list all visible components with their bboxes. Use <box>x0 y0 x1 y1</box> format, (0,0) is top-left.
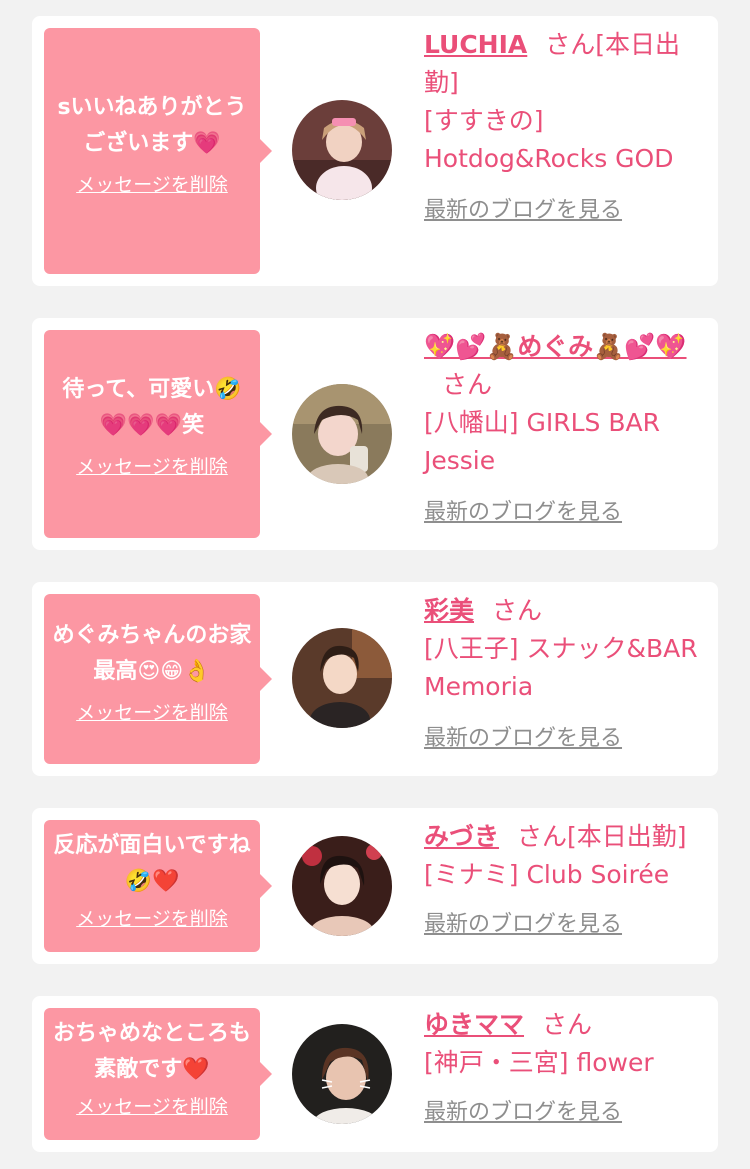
honorific: さん <box>442 370 493 399</box>
honorific: さん <box>542 1010 593 1039</box>
avatar[interactable] <box>292 628 392 728</box>
message-bubble: sいいねありがとうございます💗 メッセージを削除 <box>44 28 272 274</box>
message-card: 待って、可愛い🤣💗💗💗笑 メッセージを削除 💖💕🧸めぐみ🧸💕💖 さん [八幡山] … <box>32 318 718 550</box>
avatar[interactable] <box>292 1024 392 1124</box>
honorific: さん <box>517 822 568 851</box>
cast-info: LUCHIA さん[本日出勤] [すすきの] Hotdog&Rocks GOD 最… <box>424 26 702 230</box>
cast-name-link[interactable]: みづき <box>424 822 499 851</box>
delete-message-link[interactable]: メッセージを削除 <box>76 698 228 725</box>
delete-message-link[interactable]: メッセージを削除 <box>76 170 228 197</box>
delete-message-link[interactable]: メッセージを削除 <box>76 1092 228 1119</box>
avatar[interactable] <box>292 836 392 936</box>
shop-name: [すすきの] Hotdog&Rocks GOD <box>424 106 674 173</box>
cast-info: 💖💕🧸めぐみ🧸💕💖 さん [八幡山] GIRLS BAR Jessie 最新のブロ… <box>424 328 702 532</box>
avatar[interactable] <box>292 100 392 200</box>
shop-name: [八幡山] GIRLS BAR Jessie <box>424 408 660 475</box>
message-bubble: おちゃめなところも素敵です❤️ メッセージを削除 <box>44 1008 272 1140</box>
latest-blog-link[interactable]: 最新のブログを見る <box>424 192 622 230</box>
latest-blog-link[interactable]: 最新のブログを見る <box>424 1094 622 1132</box>
message-text: 反応が面白いですね🤣❤️ <box>53 833 251 894</box>
cast-name-link[interactable]: 彩美 <box>424 596 474 625</box>
cast-info: みづき さん[本日出勤] [ミナミ] Club Soirée 最新のブログを見る <box>424 818 714 944</box>
delete-message-link[interactable]: メッセージを削除 <box>76 452 228 479</box>
cast-name-link[interactable]: LUCHIA <box>424 30 527 59</box>
cast-info: 彩美 さん [八王子] スナック&BAR Memoria 最新のブログを見る <box>424 592 702 758</box>
latest-blog-link[interactable]: 最新のブログを見る <box>424 494 622 532</box>
message-text: めぐみちゃんのお家 最高😍😁👌 <box>52 623 274 684</box>
honorific: さん <box>545 30 596 59</box>
latest-blog-link[interactable]: 最新のブログを見る <box>424 720 622 758</box>
message-bubble: 待って、可愛い🤣💗💗💗笑 メッセージを削除 <box>44 330 272 538</box>
honorific: さん <box>492 596 543 625</box>
avatar[interactable] <box>292 384 392 484</box>
shop-name: [八王子] スナック&BAR Memoria <box>424 634 698 701</box>
delete-message-link[interactable]: メッセージを削除 <box>76 904 228 931</box>
message-card: めぐみちゃんのお家 最高😍😁👌 メッセージを削除 彩美 さん [八王子] スナック… <box>32 582 718 776</box>
message-bubble: めぐみちゃんのお家 最高😍😁👌 メッセージを削除 <box>44 594 274 764</box>
message-text: sいいねありがとうございます💗 <box>57 95 247 156</box>
message-list: sいいねありがとうございます💗 メッセージを削除 LUCHIA さん[本日出勤] … <box>0 0 750 1169</box>
message-bubble: 反応が面白いですね🤣❤️ メッセージを削除 <box>44 820 272 952</box>
cast-name-link[interactable]: ゆきママ <box>424 1010 524 1039</box>
message-text: 待って、可愛い🤣💗💗💗笑 <box>62 377 242 438</box>
message-card: sいいねありがとうございます💗 メッセージを削除 LUCHIA さん[本日出勤] … <box>32 16 718 286</box>
cast-info: ゆきママ さん [神戸・三宮] flower 最新のブログを見る <box>424 1006 702 1132</box>
cast-name-link[interactable]: 💖💕🧸めぐみ🧸💕💖 <box>424 332 687 361</box>
message-text: おちゃめなところも素敵です❤️ <box>52 1021 251 1082</box>
shop-name: [神戸・三宮] flower <box>424 1048 654 1077</box>
message-card: おちゃめなところも素敵です❤️ メッセージを削除 ゆきママ さん [神戸・三宮] … <box>32 996 718 1152</box>
shop-name: [ミナミ] Club Soirée <box>424 860 670 889</box>
latest-blog-link[interactable]: 最新のブログを見る <box>424 906 622 944</box>
attendance-status: [本日出勤] <box>567 822 687 851</box>
message-card: 反応が面白いですね🤣❤️ メッセージを削除 みづき さん[本日出勤] [ミナミ] … <box>32 808 718 964</box>
